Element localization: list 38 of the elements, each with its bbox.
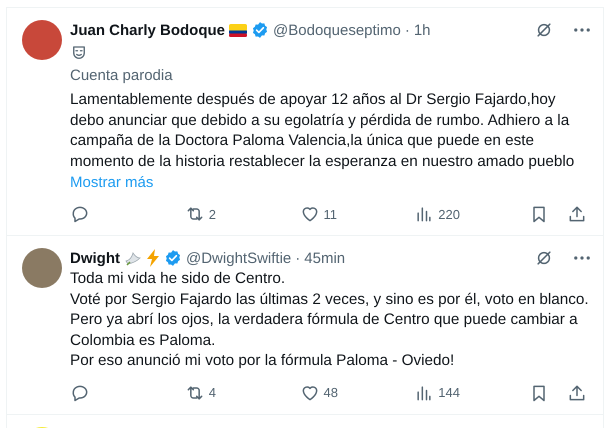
author-handle: @Bodoqueseptimo xyxy=(273,22,401,38)
more-icon xyxy=(574,28,590,32)
views-button[interactable]: 220 xyxy=(414,204,460,224)
flag-icon xyxy=(229,24,248,36)
tweet-text: Pero ya abrí los ojos, la verdadera fórmula de Centro que puede cambiar a Colombia es Paloma. xyxy=(70,310,579,350)
author-name: Dwight xyxy=(70,250,120,266)
verified-badge-icon xyxy=(164,249,182,267)
separator-dot: · xyxy=(404,22,410,38)
reply-button[interactable] xyxy=(70,382,90,402)
separator-dot: · xyxy=(295,250,300,266)
like-button[interactable]: 11 xyxy=(300,204,337,224)
avatar-placeholder[interactable] xyxy=(22,248,62,288)
post-time: 1h xyxy=(414,22,431,38)
lightning-icon xyxy=(146,249,160,267)
retweet-button[interactable]: 2 xyxy=(184,204,216,224)
author-handle: @DwightSwiftie xyxy=(186,250,292,266)
post-time: 45min xyxy=(304,250,346,266)
tweet-text: Lamentablemente después de apoyar 12 años al Dr Sergio Fajardo,hoy debo anunciar que debido a su egolatría y pérdida de rumbo. Adhiero a la campaña de la Doctora Paloma Valencia,la única que puede en este momento de la historia restablecer la esperanza en nuestro amado pueblo xyxy=(70,90,576,172)
tweet-text: Por eso anunció mi voto por la fórmula Paloma - Oviedo! xyxy=(70,351,456,371)
tweet-text: Toda mi vida he sido de Centro. xyxy=(70,269,286,289)
views-button[interactable]: 144 xyxy=(414,382,460,402)
heart-icon xyxy=(300,204,320,224)
reply-button[interactable] xyxy=(70,204,90,224)
tweet-text: Voté por Sergio Fajardo las últimas 2 veces, y sino es por él, voto en blanco. xyxy=(70,290,590,310)
verified-badge-icon xyxy=(251,21,270,39)
reply-icon xyxy=(70,204,90,224)
share-button[interactable] xyxy=(567,382,587,402)
reply-icon xyxy=(70,382,90,402)
more-icon xyxy=(574,256,590,260)
theater-mask-icon xyxy=(70,44,88,62)
parody-label: Cuenta parodia xyxy=(70,67,174,85)
share-icon xyxy=(567,382,587,402)
share-button[interactable] xyxy=(567,204,587,224)
share-icon xyxy=(567,204,587,224)
author-name: Juan Charly Bodoque xyxy=(70,22,226,38)
avatar-placeholder[interactable] xyxy=(22,20,62,60)
like-button[interactable]: 48 xyxy=(300,382,338,402)
retweet-button[interactable]: 4 xyxy=(184,382,216,402)
